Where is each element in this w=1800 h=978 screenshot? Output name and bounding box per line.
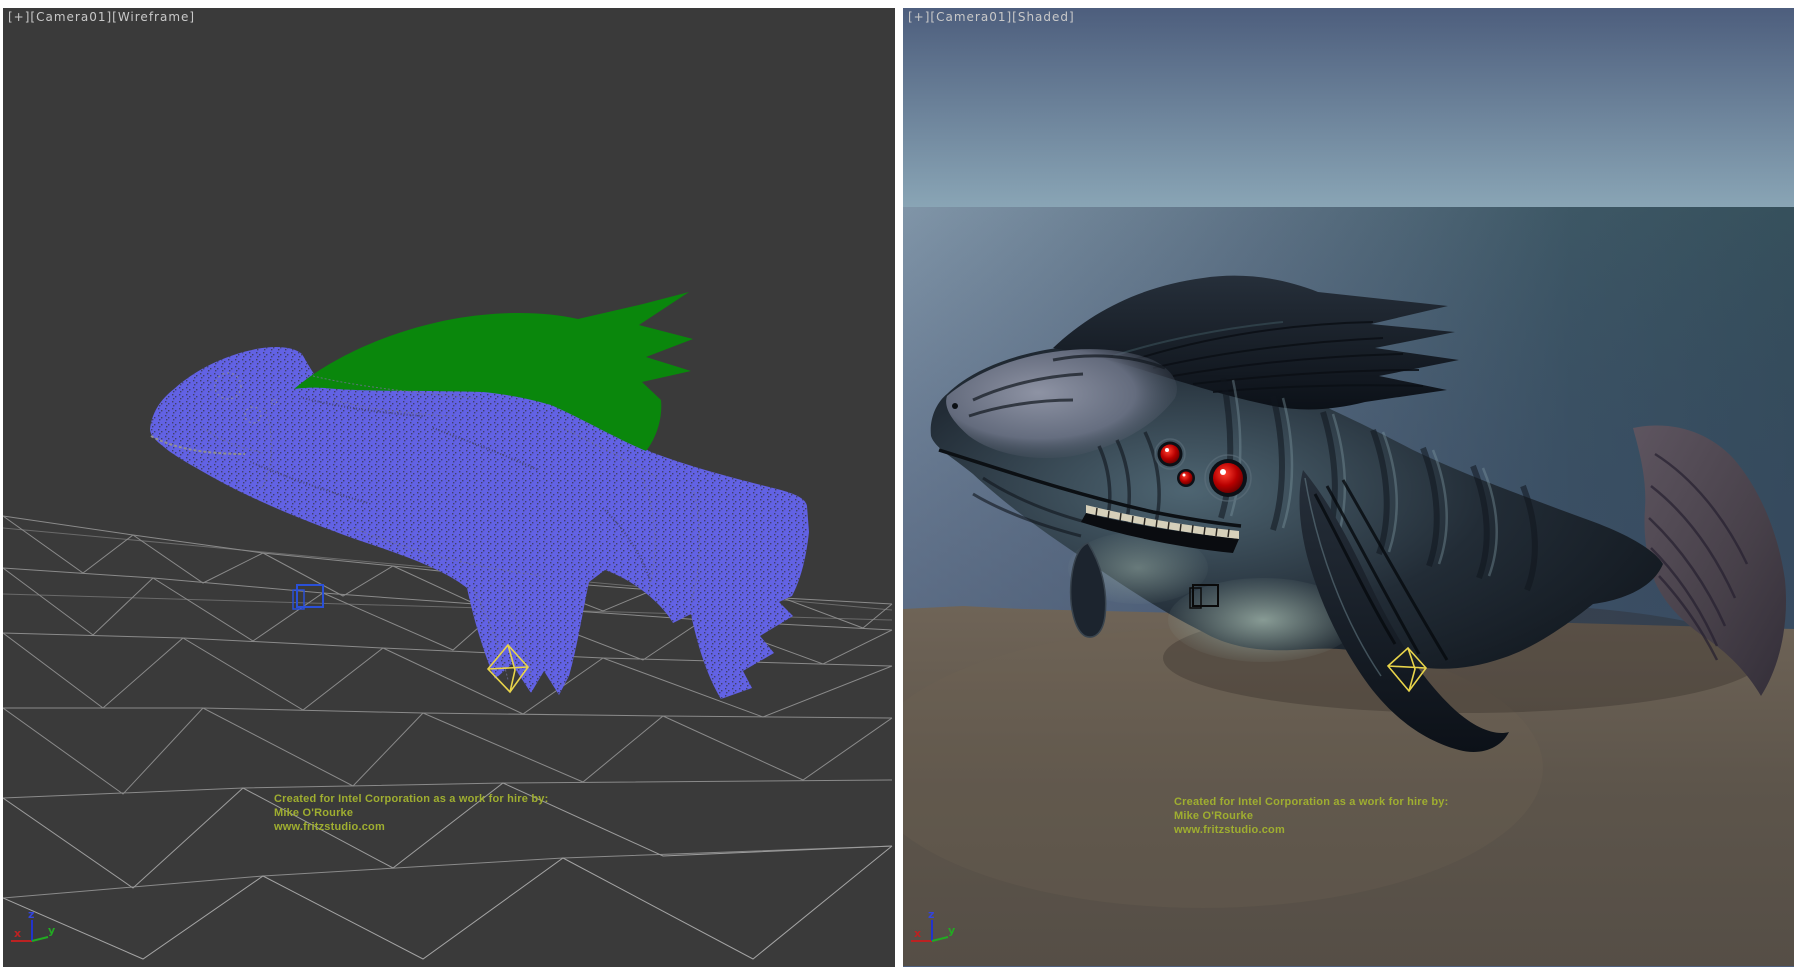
- watermark-line1: Created for Intel Corporation as a work …: [274, 792, 548, 806]
- axis-z-label: z: [928, 908, 934, 921]
- axis-x-label: x: [914, 927, 921, 940]
- world-axis-gizmo: x z y: [7, 908, 63, 954]
- fish-body-stipple: [150, 347, 809, 699]
- watermark-line3: www.fritzstudio.com: [274, 820, 548, 834]
- viewport-label-shaded[interactable]: [+][Camera01][Shaded]: [908, 10, 1075, 24]
- viewport-label-wireframe[interactable]: [+][Camera01][Wireframe]: [8, 10, 195, 24]
- sky-background: [903, 8, 1794, 213]
- watermark-line2: Mike O'Rourke: [1174, 809, 1448, 823]
- watermark-text: Created for Intel Corporation as a work …: [274, 792, 548, 834]
- axis-x-label: x: [14, 927, 21, 940]
- world-axis-gizmo: x z y: [907, 908, 963, 954]
- eye-medium: [1161, 445, 1180, 464]
- eye-small: [1180, 472, 1193, 485]
- watermark-line2: Mike O'Rourke: [274, 806, 548, 820]
- bone-helper-box-blue[interactable]: [293, 585, 323, 609]
- watermark-line1: Created for Intel Corporation as a work …: [1174, 795, 1448, 809]
- axis-y-label: y: [948, 924, 955, 937]
- axis-y-label: y: [48, 924, 55, 937]
- watermark-line3: www.fritzstudio.com: [1174, 823, 1448, 837]
- eye-large: [1213, 463, 1243, 493]
- viewport-camera01-wireframe[interactable]: [+][Camera01][Wireframe] Created for Int…: [3, 8, 895, 967]
- axis-z-label: z: [28, 908, 34, 921]
- viewport-camera01-shaded[interactable]: [+][Camera01][Shaded] Created for Intel …: [903, 8, 1794, 967]
- watermark-text: Created for Intel Corporation as a work …: [1174, 795, 1448, 837]
